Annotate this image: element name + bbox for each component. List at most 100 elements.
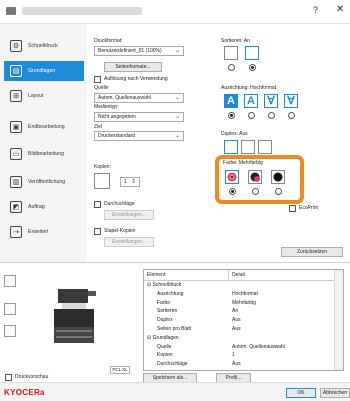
druckformat-select[interactable]: Benutzerdefiniert_01 (100%) ⌄ — [94, 46, 184, 56]
ecoprint-label: EcoPrint — [299, 205, 318, 211]
ok-button[interactable]: OK — [286, 388, 316, 398]
portrait-icon[interactable]: A — [224, 94, 238, 108]
medientyp-value: Nicht angegeben — [98, 114, 136, 120]
color-view-icon[interactable] — [4, 325, 16, 337]
column-header-detail: Detail — [229, 270, 336, 281]
row-detail: Hochformat — [232, 290, 258, 297]
orientation-radio-1[interactable] — [228, 112, 235, 119]
black-white-icon[interactable] — [271, 170, 285, 184]
table-row: ⊟ Grundlagen — [144, 335, 336, 342]
sidebar-item-endbearbeitung[interactable]: ▣ Endbearbeitung — [4, 117, 84, 137]
chevron-down-icon: ⌄ — [174, 114, 180, 120]
black-circle-icon — [273, 172, 283, 182]
sidebar-item-bildbearbeitung[interactable]: ▭ Bildbearbeitung — [4, 144, 84, 164]
durchschlage-label: Durchschläge — [104, 201, 135, 207]
black-white-radio[interactable] — [275, 188, 282, 195]
landscape-icon[interactable]: A — [244, 94, 258, 108]
auto-color-radio[interactable] — [252, 188, 259, 195]
settings-summary-table: Element Detail ⊟ Schnelldruck Ausrichtung… — [143, 269, 344, 371]
chevron-down-icon: ⌄ — [174, 95, 180, 101]
sortieren-an-radio[interactable] — [249, 64, 256, 71]
row-detail: Aus — [232, 317, 241, 324]
printer-view-icon[interactable] — [4, 275, 16, 287]
uncollate-icon[interactable] — [224, 46, 238, 60]
sortieren-aus-radio[interactable] — [228, 64, 235, 71]
chevron-down-icon: ⌄ — [174, 133, 180, 139]
advanced-icon: ⇢ — [10, 226, 22, 238]
row-element: ⊟ Grundlagen — [147, 334, 179, 341]
row-detail: Aus — [232, 361, 241, 368]
sidebar-item-layout[interactable]: ⊞ Layout — [4, 86, 84, 106]
sidebar-item-label: Schnelldruck — [28, 43, 58, 49]
sidebar-item-label: Layout — [28, 93, 44, 99]
chevron-down-icon: ⌄ — [174, 48, 180, 54]
table-row: Quelle Autom. Quellenauswahl — [144, 344, 336, 351]
quelle-select[interactable]: Autom. Quellenauswahl ⌄ — [94, 93, 184, 103]
ziel-select[interactable]: Druckerstandard ⌄ — [94, 131, 184, 141]
druckformat-label: Druckformat: — [94, 38, 123, 44]
printer-app-icon — [6, 7, 16, 15]
copies-icon — [94, 173, 110, 189]
orientation-radio-3[interactable] — [268, 112, 275, 119]
imaging-icon: ▭ — [10, 148, 22, 160]
sidebar-item-label: Endbearbeitung — [28, 124, 65, 130]
auto-color-circle-icon — [250, 172, 260, 182]
sidebar-nav: ⚙ Schnelldruck ▤ Grundlagen ⊞ Layout ▣ Endbe… — [0, 24, 87, 262]
auto-color-icon[interactable] — [248, 170, 262, 184]
color-circle-icon — [227, 172, 237, 182]
finishing-icon: ▣ — [10, 121, 22, 133]
color-icon[interactable] — [225, 170, 239, 184]
sidebar-item-grundlagen[interactable]: ▤ Grundlagen — [4, 61, 84, 81]
druckformat-value: Benutzerdefiniert_01 (100%) — [98, 48, 162, 54]
sidebar-item-auftrag[interactable]: ◩ Auftrag — [4, 197, 84, 217]
stapel-label: Stapel-Kopien — [104, 228, 136, 234]
quelle-value: Autom. Quellenauswahl — [98, 95, 151, 101]
printer-image — [54, 289, 96, 343]
row-element: Quelle — [157, 343, 172, 350]
auflosung-checkbox[interactable] — [94, 76, 101, 83]
duplex-long-edge-icon[interactable] — [241, 140, 255, 154]
footer-bar: KYOCERa OK Abbrechen — [0, 382, 350, 401]
help-button[interactable]: ? — [313, 5, 318, 15]
sidebar-item-schnelldruck[interactable]: ⚙ Schnelldruck — [4, 36, 84, 56]
sidebar-item-label: Auftrag — [28, 204, 45, 210]
stapel-checkbox[interactable] — [94, 228, 101, 235]
ziel-label: Ziel — [94, 124, 103, 130]
simplex-icon[interactable] — [224, 140, 238, 154]
orientation-radio-4[interactable] — [288, 112, 295, 119]
layout-icon: ⊞ — [10, 90, 22, 102]
ziel-value: Druckerstandard — [98, 133, 135, 139]
ausrichtung-label: Ausrichtung: Hochformat — [221, 85, 277, 91]
sidebar-item-label: Veröffentlichung — [28, 179, 66, 185]
kopien-stepper[interactable]: 1 ⇕ — [120, 177, 140, 187]
quick-print-icon: ⚙ — [10, 40, 22, 52]
medientyp-select[interactable]: Nicht angegeben ⌄ — [94, 112, 184, 122]
table-scrollbar[interactable] — [334, 270, 343, 370]
sidebar-item-veroffentlichung[interactable]: ▥ Veröffentlichung — [4, 172, 84, 192]
collate-icon[interactable] — [245, 46, 259, 60]
auflosung-label: Auflösung nach Verwendung — [104, 76, 168, 82]
landscape-rotated-icon[interactable]: ∀ — [284, 94, 298, 108]
page-view-icon[interactable] — [4, 303, 16, 315]
orientation-radio-2[interactable] — [248, 112, 255, 119]
portrait-rotated-icon[interactable]: ∀ — [264, 94, 278, 108]
cancel-button[interactable]: Abbrechen — [320, 388, 350, 398]
seitenformate-button[interactable]: Seitenformate... — [104, 62, 162, 72]
einstellungen-button-1[interactable]: Einstellungen... — [104, 210, 154, 220]
durchschlage-checkbox[interactable] — [94, 201, 101, 208]
row-element: Kopien — [157, 352, 173, 359]
close-button[interactable]: ✕ — [336, 4, 344, 15]
basic-icon: ▤ — [10, 65, 22, 77]
table-row: Sortieren An — [144, 308, 336, 315]
druckvorschau-checkbox[interactable] — [5, 374, 12, 381]
sidebar-item-erweitert[interactable]: ⇢ Erweitert — [4, 222, 84, 242]
sidebar-item-label: Erweitert — [28, 229, 49, 235]
job-icon: ◩ — [10, 201, 22, 213]
einstellungen-button-2[interactable]: Einstellungen... — [104, 237, 154, 247]
ecoprint-checkbox[interactable] — [289, 205, 296, 212]
duplex-short-edge-icon[interactable] — [258, 140, 272, 154]
zuruecksetzen-button[interactable]: Zurücksetzen — [281, 247, 343, 257]
stepper-arrows-icon: ⇕ — [130, 179, 136, 185]
kopien-value: 1 — [124, 179, 127, 185]
color-radio[interactable] — [229, 188, 236, 195]
